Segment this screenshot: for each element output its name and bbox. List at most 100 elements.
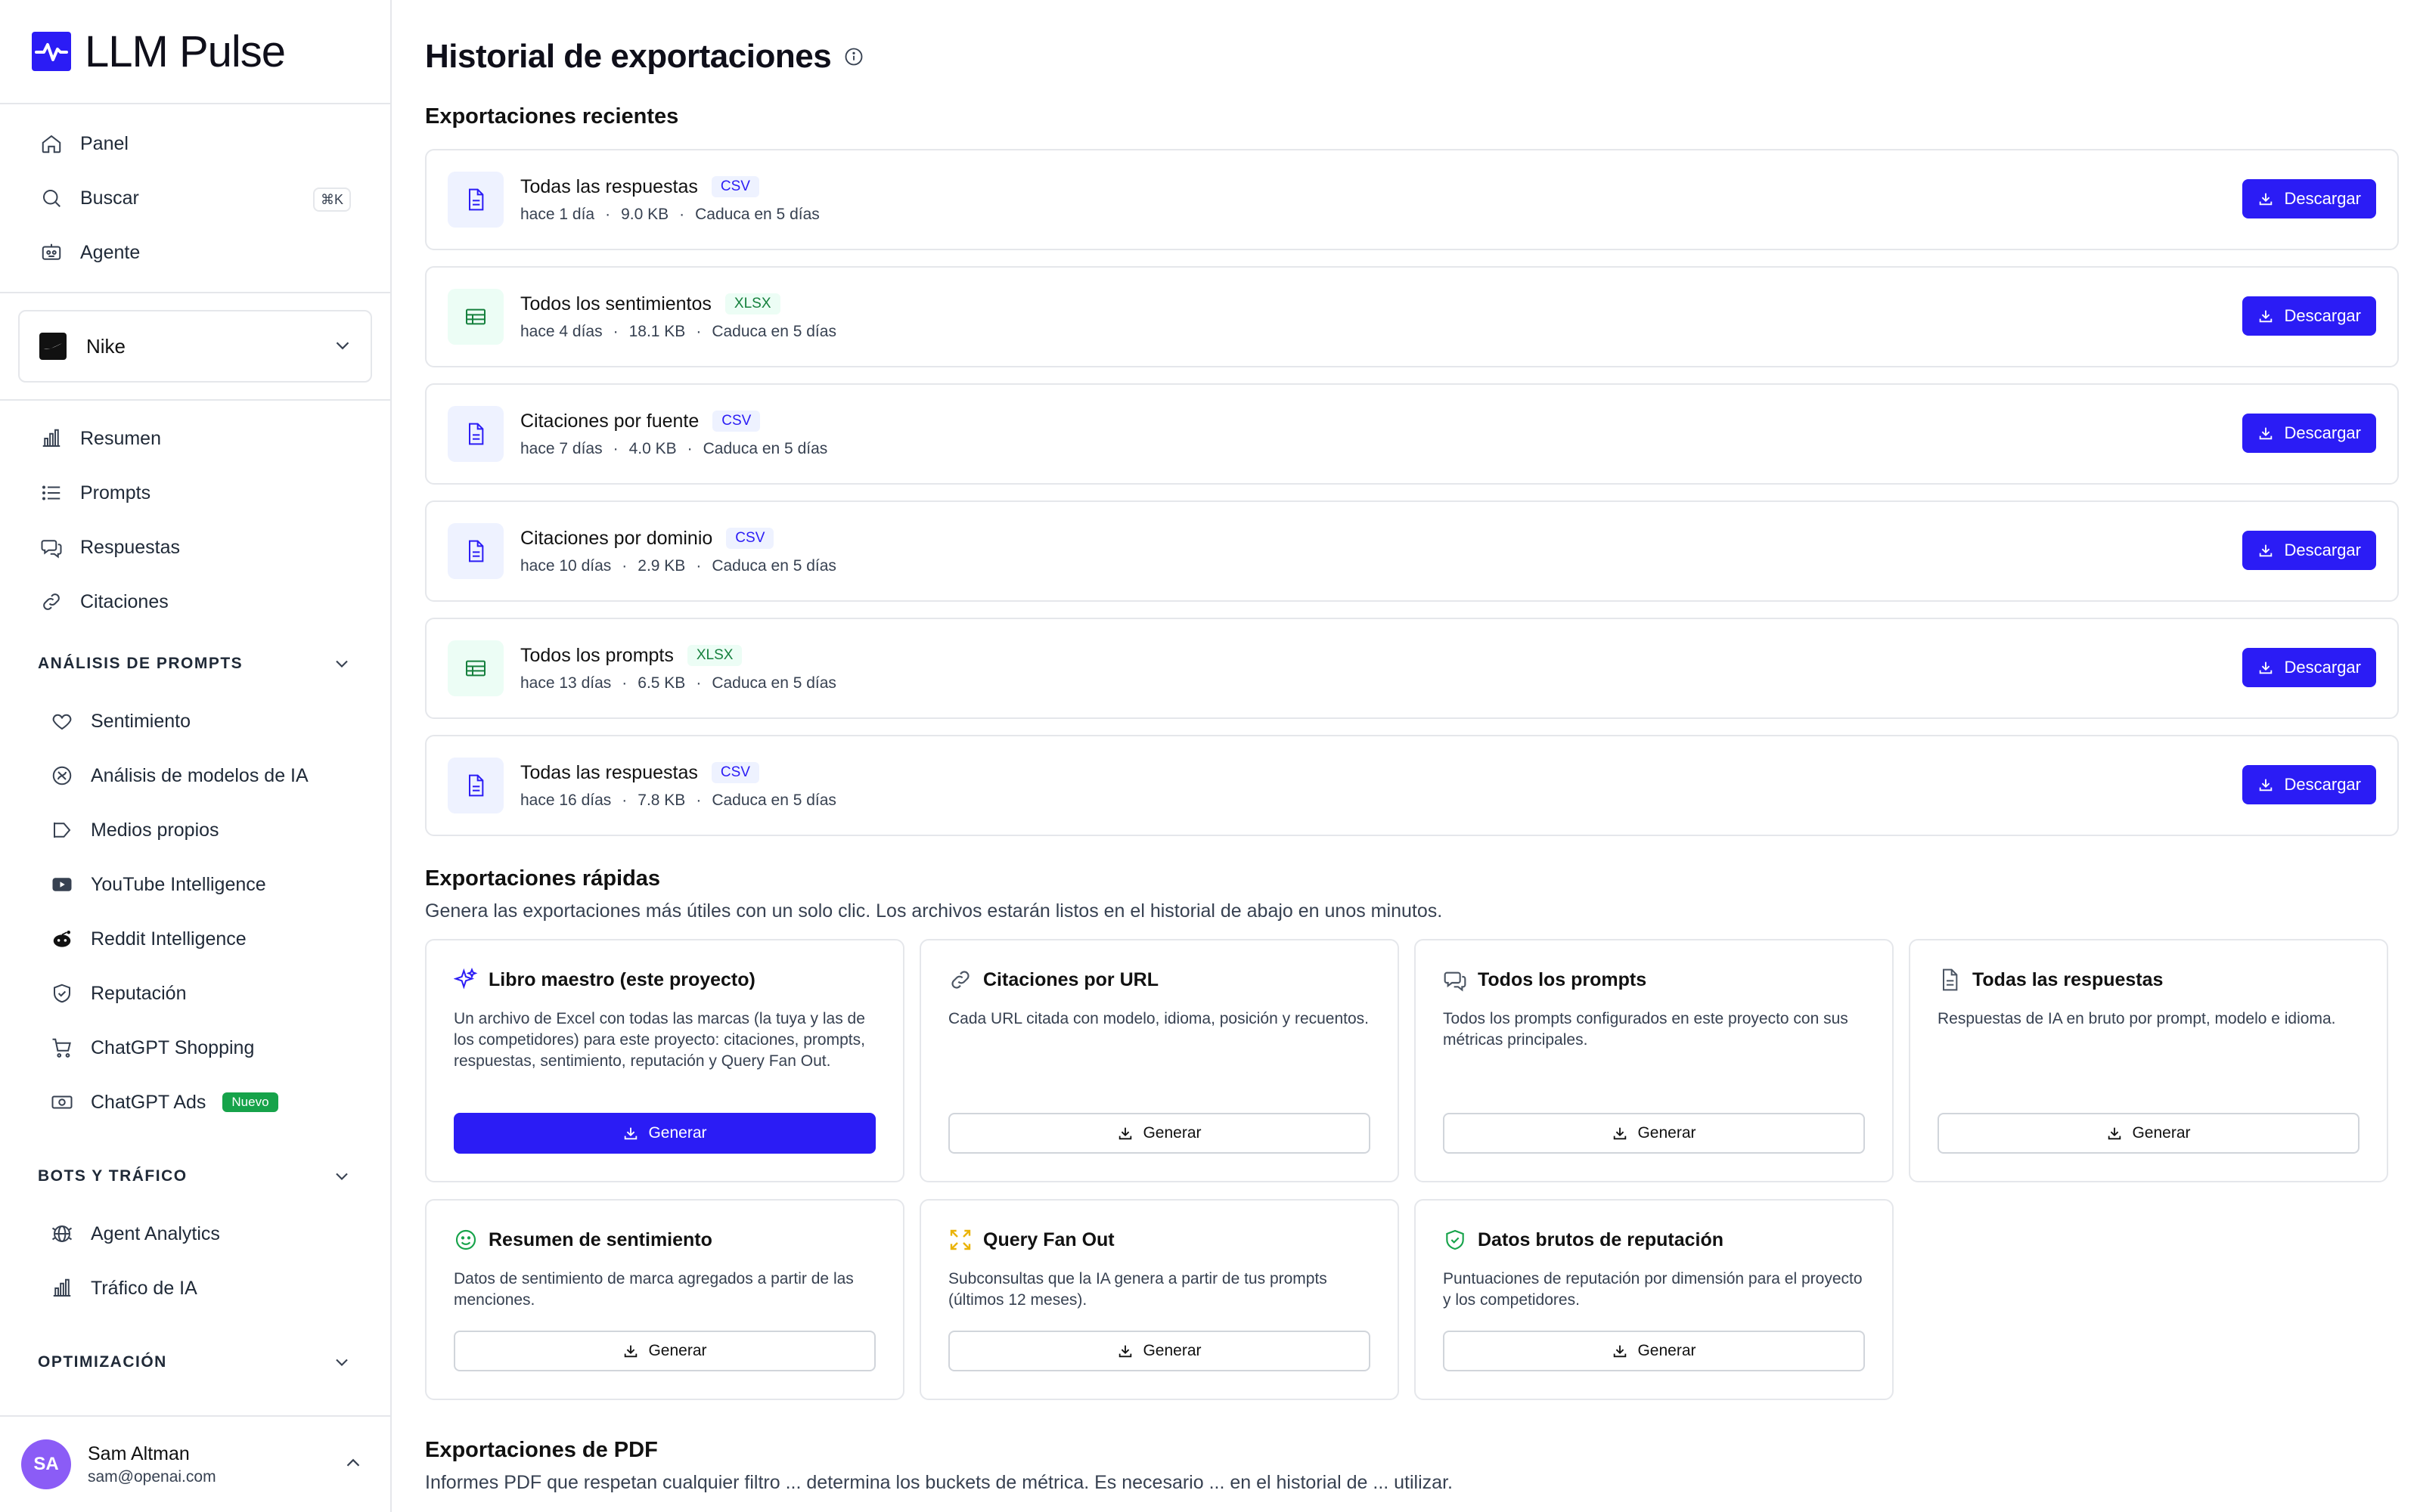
reddit-icon — [48, 925, 76, 953]
nav-item-agent[interactable]: Agente — [0, 225, 390, 280]
recent-exports-title: Exportaciones recientes — [425, 104, 679, 129]
export-name: Citaciones por fuente CSV — [520, 411, 827, 432]
robot-icon — [38, 239, 65, 266]
nav-item-search[interactable]: Buscar ⌘K — [0, 171, 390, 225]
export-name: Todos los sentimientos XLSX — [520, 293, 836, 315]
nav-item-chatgpt-ads[interactable]: ChatGPT Ads Nuevo — [0, 1075, 390, 1129]
export-name-text: Citaciones por fuente — [520, 410, 700, 432]
section-optimization[interactable]: OPTIMIZACIÓN — [0, 1332, 390, 1393]
nav-item-ai-traffic[interactable]: Tráfico de IA — [0, 1261, 390, 1315]
separator-dot: · — [696, 322, 702, 340]
export-info: Todos los sentimientos XLSX hace 4 días · 18… — [520, 293, 836, 341]
nav-item-panel[interactable]: Panel — [0, 116, 390, 171]
nav-item-shopping[interactable]: ChatGPT Shopping — [0, 1021, 390, 1075]
nav-item-citations[interactable]: Citaciones — [0, 575, 390, 629]
separator-dot: · — [613, 439, 619, 457]
download-button[interactable]: Descargar — [2242, 531, 2376, 570]
format-badge: CSV — [711, 762, 759, 783]
link-icon — [38, 588, 65, 615]
separator-dot: · — [622, 674, 628, 692]
section-title: ANÁLISIS DE PROMPTS — [38, 655, 244, 672]
quick-export-header: Resumen de sentimiento — [454, 1228, 876, 1252]
format-badge: CSV — [726, 528, 774, 549]
export-row: Todas las respuestas CSV hace 1 día · 9.0 KB… — [425, 149, 2399, 250]
generate-button[interactable]: Generar — [948, 1331, 1370, 1371]
separator-dot: · — [622, 791, 628, 809]
search-icon — [38, 184, 65, 212]
download-button[interactable]: Descargar — [2242, 296, 2376, 336]
quick-export-header: Libro maestro (este proyecto) — [454, 968, 876, 992]
download-icon — [1612, 1343, 1637, 1359]
section-prompt-analysis[interactable]: ANÁLISIS DE PROMPTS — [0, 634, 390, 694]
nav-main: Resumen Prompts Respuestas Citaciones AN… — [0, 401, 390, 1412]
download-button[interactable]: Descargar — [2242, 179, 2376, 218]
format-badge: XLSX — [687, 645, 743, 666]
download-button[interactable]: Descargar — [2242, 648, 2376, 687]
megaphone-icon — [48, 816, 76, 844]
generate-label: Generar — [1637, 1124, 1696, 1142]
quick-export-header: Citaciones por URL — [948, 968, 1370, 992]
nav-label: Tráfico de IA — [91, 1277, 197, 1299]
nav-item-summary[interactable]: Resumen — [0, 411, 390, 466]
export-info: Citaciones por dominio CSV hace 10 días · 2.… — [520, 528, 836, 575]
logo[interactable]: LLM Pulse — [0, 0, 390, 104]
generate-button[interactable]: Generar — [948, 1113, 1370, 1154]
download-icon — [2257, 776, 2285, 793]
heart-icon — [48, 708, 76, 735]
export-age: hace 13 días — [520, 674, 612, 692]
download-button[interactable]: Descargar — [2242, 765, 2376, 804]
download-icon — [2257, 308, 2285, 324]
download-icon — [2257, 659, 2285, 676]
export-name: Todos los prompts XLSX — [520, 645, 836, 667]
export-meta: hace 1 día · 9.0 KB · Caduca en 5 días — [520, 206, 820, 224]
nav-item-reddit[interactable]: Reddit Intelligence — [0, 912, 390, 966]
download-icon — [2106, 1125, 2132, 1142]
export-row: Todos los prompts XLSX hace 13 días · 6.5 KB… — [425, 618, 2399, 719]
document-icon — [1938, 968, 1962, 992]
export-age: hace 10 días — [520, 556, 612, 575]
info-icon[interactable] — [843, 38, 864, 76]
project-selector[interactable]: Nike — [18, 310, 372, 383]
section-title: OPTIMIZACIÓN — [38, 1353, 167, 1371]
pulse-logo-icon — [32, 32, 71, 71]
nav-item-owned-media[interactable]: Medios propios — [0, 803, 390, 857]
nav-item-ai-models[interactable]: Análisis de modelos de IA — [0, 748, 390, 803]
chevron-up-icon — [342, 1452, 365, 1478]
nav-item-reputation[interactable]: Reputación — [0, 966, 390, 1021]
export-name-text: Citaciones por dominio — [520, 527, 713, 549]
generate-button[interactable]: Generar — [454, 1113, 876, 1154]
export-size: 18.1 KB — [628, 322, 686, 340]
generate-button[interactable]: Generar — [1443, 1113, 1865, 1154]
quick-export-desc: Datos de sentimiento de marca agregados … — [454, 1270, 854, 1309]
nav-item-prompts[interactable]: Prompts — [0, 466, 390, 520]
generate-label: Generar — [1637, 1342, 1696, 1359]
export-name-text: Todas las respuestas — [520, 175, 698, 197]
app-name: LLM Pulse — [85, 26, 286, 76]
separator-dot: · — [696, 556, 702, 575]
nav-label: Medios propios — [91, 819, 219, 841]
avatar: SA — [21, 1439, 71, 1489]
download-button[interactable]: Descargar — [2242, 414, 2376, 453]
section-bots[interactable]: BOTS Y TRÁFICO — [0, 1146, 390, 1207]
export-meta: hace 4 días · 18.1 KB · Caduca en 5 días — [520, 323, 836, 341]
quick-export-card: Todas las respuestas Respuestas de IA en … — [1909, 939, 2388, 1182]
generate-button[interactable]: Generar — [1938, 1113, 2360, 1154]
new-badge: Nuevo — [222, 1092, 278, 1112]
export-age: hace 7 días — [520, 439, 603, 457]
nav-item-youtube[interactable]: YouTube Intelligence — [0, 857, 390, 912]
nav-item-sentiment[interactable]: Sentimiento — [0, 694, 390, 748]
export-size: 6.5 KB — [638, 674, 686, 692]
download-icon — [2257, 191, 2285, 207]
export-expiry: Caduca en 5 días — [712, 791, 836, 809]
nav-item-responses[interactable]: Respuestas — [0, 520, 390, 575]
generate-button[interactable]: Generar — [1443, 1331, 1865, 1371]
money-icon — [48, 1089, 76, 1116]
generate-button[interactable]: Generar — [454, 1331, 876, 1371]
separator-dot: · — [696, 674, 702, 692]
recent-exports-list: Todas las respuestas CSV hace 1 día · 9.0 KB… — [425, 149, 2399, 836]
download-icon — [1117, 1125, 1143, 1142]
quick-export-title: Datos brutos de reputación — [1478, 1228, 1724, 1250]
separator-dot: · — [679, 205, 685, 223]
nav-item-agent-analytics[interactable]: Agent Analytics — [0, 1207, 390, 1261]
user-menu[interactable]: SA Sam Altman sam@openai.com — [0, 1415, 390, 1512]
